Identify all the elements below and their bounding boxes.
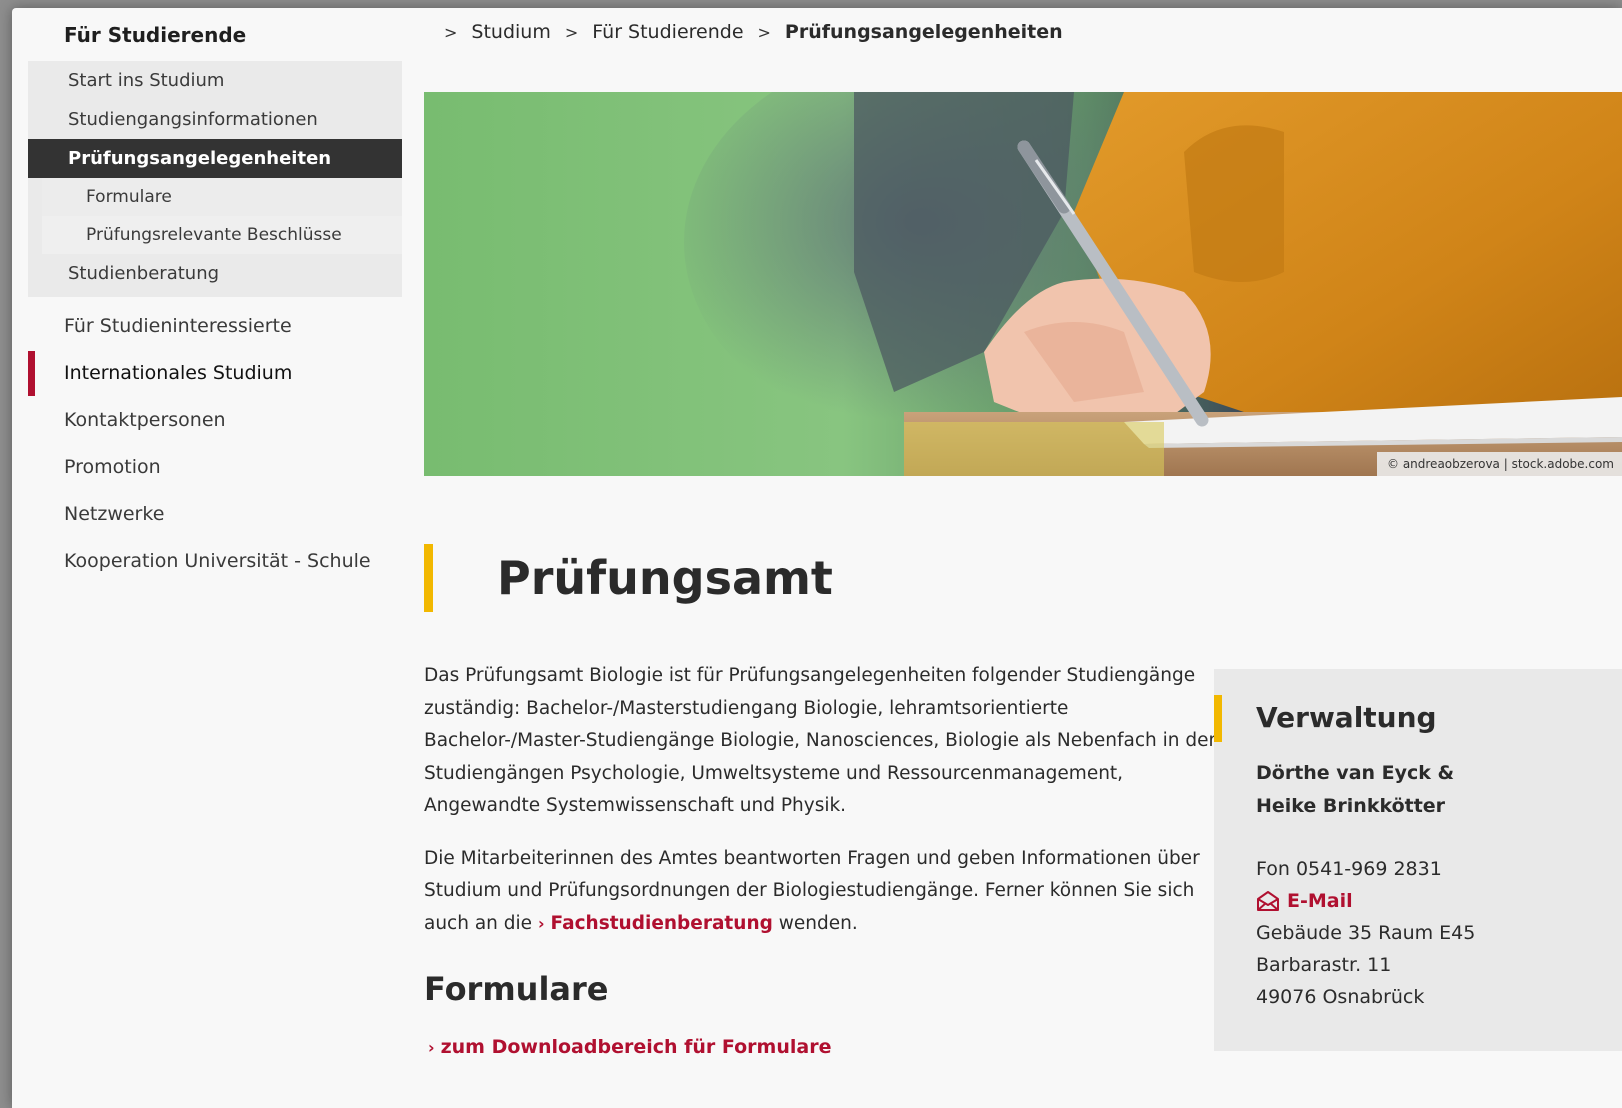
- sidebar-item-studieninteressierte[interactable]: Für Studieninteressierte: [28, 303, 402, 350]
- contact-details: Fon 0541-969 2831 E-Mail Gebäude 35 Raum…: [1256, 853, 1475, 1013]
- fachstudienberatung-link[interactable]: Fachstudienberatung: [551, 913, 773, 934]
- title-accent-bar: [424, 544, 433, 612]
- sidebar-item-kooperation[interactable]: Kooperation Universität - Schule: [28, 538, 402, 585]
- sidebar-item-formulare[interactable]: Formulare: [42, 178, 402, 216]
- breadcrumb-separator: >: [564, 22, 579, 42]
- envelope-icon: [1257, 891, 1279, 911]
- chevron-right-icon: ›: [537, 913, 545, 933]
- contact-email-row: E-Mail: [1256, 885, 1475, 917]
- info-paragraph: Die Mitarbeiterinnen des Amtes beantwort…: [424, 843, 1224, 941]
- sidebar-item-pruefungsangelegenheiten[interactable]: Prüfungsangelegenheiten: [28, 139, 402, 178]
- breadcrumb-item-studium[interactable]: Studium: [471, 21, 550, 43]
- sidebar-section-title[interactable]: Für Studierende: [28, 8, 402, 61]
- breadcrumb: > Studium > Für Studierende > Prüfungsan…: [444, 21, 1063, 43]
- sidebar-item-label: Internationales Studium: [64, 362, 293, 384]
- forms-heading: Formulare: [424, 970, 609, 1008]
- sidebar-subsubmenu: Formulare Prüfungsrelevante Beschlüsse: [42, 178, 402, 254]
- browser-page: Für Studierende Start ins Studium Studie…: [12, 8, 1622, 1108]
- chevron-right-icon: ›: [428, 1038, 435, 1057]
- sidebar-submenu: Start ins Studium Studiengangsinformatio…: [28, 61, 402, 297]
- breadcrumb-separator: >: [757, 22, 771, 42]
- contact-phone: Fon 0541-969 2831: [1256, 858, 1442, 880]
- breadcrumb-separator: >: [444, 22, 458, 42]
- sidebar-item-studiengangsinformationen[interactable]: Studiengangsinformationen: [28, 100, 402, 139]
- breadcrumb-current: Prüfungsangelegenheiten: [784, 21, 1063, 43]
- hero-image: © andreaobzerova | stock.adobe.com: [424, 92, 1622, 476]
- contact-name: Dörthe van Eyck &: [1256, 762, 1455, 784]
- contact-box: Verwaltung Dörthe van Eyck & Heike Brink…: [1214, 669, 1622, 1051]
- download-forms-link[interactable]: zum Downloadbereich für Formulare: [441, 1036, 832, 1058]
- image-credit: © andreaobzerova | stock.adobe.com: [1377, 452, 1622, 476]
- email-link[interactable]: E-Mail: [1287, 885, 1353, 917]
- sidebar-item-start-ins-studium[interactable]: Start ins Studium: [28, 61, 402, 100]
- info-text-end: wenden.: [772, 912, 858, 934]
- contact-title: Verwaltung: [1256, 701, 1437, 734]
- download-forms-link-row: › zum Downloadbereich für Formulare: [428, 1036, 831, 1058]
- exam-writing-illustration: [424, 92, 1622, 476]
- sidebar-item-kontaktpersonen[interactable]: Kontaktpersonen: [28, 397, 402, 444]
- contact-city: 49076 Osnabrück: [1256, 986, 1425, 1008]
- sidebar-item-pruefungsrelevante-beschluesse[interactable]: Prüfungsrelevante Beschlüsse: [42, 216, 402, 254]
- contact-street: Barbarastr. 11: [1256, 954, 1392, 976]
- contact-room: Gebäude 35 Raum E45: [1256, 922, 1476, 944]
- intro-paragraph: Das Prüfungsamt Biologie ist für Prüfung…: [424, 665, 1221, 816]
- sidebar-item-internationales-studium[interactable]: Internationales Studium: [28, 350, 402, 397]
- active-marker: [28, 351, 35, 396]
- page-title: Prüfungsamt: [497, 551, 833, 605]
- main-content: Das Prüfungsamt Biologie ist für Prüfung…: [424, 660, 1224, 960]
- breadcrumb-item-fuer-studierende[interactable]: Für Studierende: [592, 21, 743, 43]
- contact-accent-bar: [1214, 695, 1222, 742]
- contact-names: Dörthe van Eyck & Heike Brinkkötter: [1256, 757, 1454, 823]
- page-title-block: Prüfungsamt: [424, 544, 833, 612]
- sidebar-item-studienberatung[interactable]: Studienberatung: [28, 254, 402, 293]
- sidebar-item-netzwerke[interactable]: Netzwerke: [28, 491, 402, 538]
- sidebar-item-promotion[interactable]: Promotion: [28, 444, 402, 491]
- sidebar-nav: Für Studierende Start ins Studium Studie…: [28, 8, 402, 585]
- contact-name: Heike Brinkkötter: [1256, 795, 1446, 817]
